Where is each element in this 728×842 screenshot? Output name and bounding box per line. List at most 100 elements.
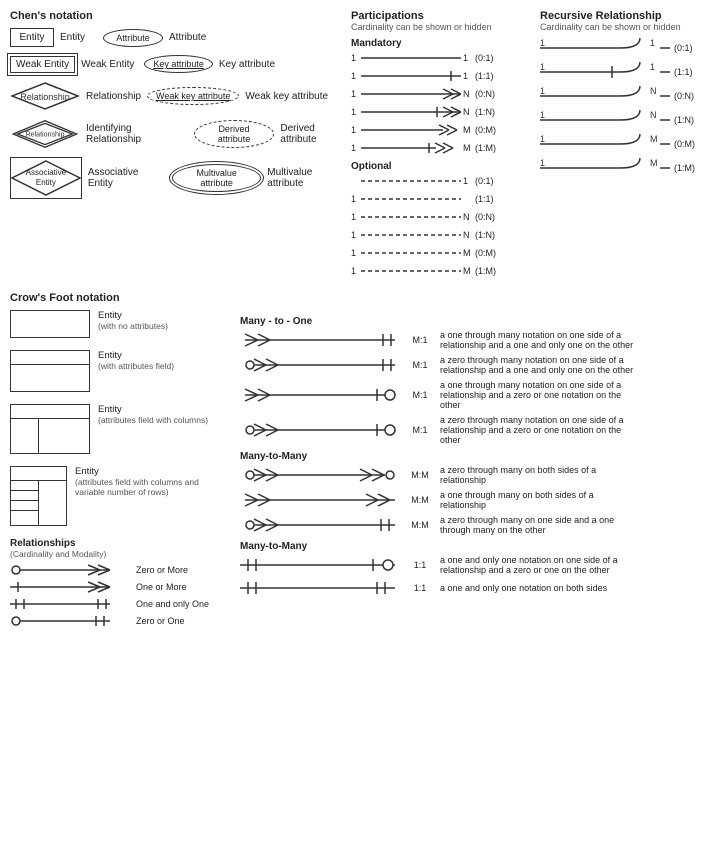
- mm-desc2: a one through many on both sides of a re…: [440, 490, 640, 510]
- opt-line-0N: [361, 210, 461, 224]
- svg-text:1: 1: [540, 38, 545, 48]
- attribute-label: Attribute: [169, 32, 206, 43]
- part-line-11: [361, 69, 461, 83]
- m1-notation4: M:1: [406, 425, 434, 435]
- opt-line-1N: [361, 228, 461, 242]
- cf-entity-simple-sublabel: (with no attributes): [98, 321, 168, 331]
- svg-text:N: N: [650, 110, 657, 120]
- many-to-many-title: Many-to-Many: [240, 451, 718, 462]
- cf-entity-cols-label: Entity: [98, 404, 208, 415]
- chen-title: Chen's notation: [10, 10, 351, 22]
- weak-key-attr-label: Weak key attribute: [245, 91, 328, 102]
- svg-text:M: M: [650, 158, 658, 168]
- m1-notation3: M:1: [406, 390, 434, 400]
- svg-text:1: 1: [540, 62, 545, 72]
- rec-line-1M: 1 M: [540, 158, 670, 178]
- m1-line3: [240, 387, 400, 403]
- crows-title: Crow's Foot notation: [10, 292, 718, 304]
- cf-entity-varrows-sublabel: (attributes field with columns and varia…: [75, 477, 230, 497]
- cf-entity-simple-label: Entity: [98, 310, 168, 321]
- 11-notation1: 1:1: [406, 560, 434, 570]
- identifying-rel-shape: Relationship: [10, 119, 80, 149]
- svg-text:M: M: [650, 134, 658, 144]
- m1-row3: M:1 a one through many notation on one s…: [240, 380, 718, 410]
- many-to-one-title: Many - to - One: [240, 316, 718, 327]
- svg-text:N: N: [650, 86, 657, 96]
- cf-one-or-more-icon: [10, 580, 130, 594]
- part-row-0M: 1 M (0:M): [351, 123, 536, 137]
- cf-zero-or-more-label: Zero or More: [136, 565, 188, 575]
- part-line-1M: [361, 141, 461, 155]
- cf-one-only-label: One and only One: [136, 599, 209, 609]
- opt-row-01: 1 (0:1): [351, 174, 536, 188]
- rec-line-01: 1 1: [540, 38, 670, 58]
- part-line-0M: [361, 123, 461, 137]
- cf-entity-varrows-label: Entity: [75, 466, 230, 477]
- part-line-01: [361, 51, 461, 65]
- m1-row2: M:1 a zero through many notation on one …: [240, 355, 718, 375]
- opt-line-01: [361, 174, 461, 188]
- opt-row-1N: 1 N (1:N): [351, 228, 536, 242]
- cf-zero-or-one-label: Zero or One: [136, 616, 185, 626]
- weak-key-attr-shape: Weak key attribute: [147, 87, 239, 105]
- 11-desc1: a one and only one notation on one side …: [440, 555, 640, 575]
- m1-row1: M:1 a one through many notation on one s…: [240, 330, 718, 350]
- weak-entity-shape: Weak Entity: [10, 56, 75, 73]
- rec-row-0M: 1 M (0:M): [540, 134, 718, 154]
- cf-entity-attr: [10, 350, 90, 392]
- part-line-1N: [361, 105, 461, 119]
- rec-row-1M: 1 M (1:M): [540, 158, 718, 178]
- m1-desc1: a one through many notation on one side …: [440, 330, 640, 350]
- m1-row4: M:1 a zero through many notation on one …: [240, 415, 718, 445]
- cf-rel-subtitle: (Cardinality and Modality): [10, 549, 230, 559]
- part-row-1N: 1 N (1:N): [351, 105, 536, 119]
- cf-zero-or-more-icon: [10, 563, 130, 577]
- cf-entity-varrows: [10, 466, 67, 526]
- opt-line-1M: [361, 264, 461, 278]
- m1-desc3: a one through many notation on one side …: [440, 380, 640, 410]
- crows-entities: Entity (with no attributes) Entity (with…: [10, 310, 230, 631]
- cf-one-only-row: One and only One: [10, 597, 230, 611]
- svg-text:1: 1: [540, 86, 545, 96]
- derived-attr-shape: Derived attribute: [194, 120, 275, 148]
- cf-one-or-more-label: One or More: [136, 582, 187, 592]
- opt-line-0M: [361, 246, 461, 260]
- part-line-0N: [361, 87, 461, 101]
- m1-line2: [240, 357, 400, 373]
- m1-notation2: M:1: [406, 360, 434, 370]
- rec-line-0N: 1 N: [540, 86, 670, 106]
- entity-shape: Entity: [10, 28, 54, 47]
- many-to-many-2-title: Many-to-Many: [240, 541, 718, 552]
- rec-row-0N: 1 N (0:N): [540, 86, 718, 106]
- opt-line-11: [361, 192, 461, 206]
- mm-notation2: M:M: [406, 495, 434, 505]
- opt-row-0M: 1 M (0:M): [351, 246, 536, 260]
- part-row-0N: 1 N (0:N): [351, 87, 536, 101]
- 11-line2: [240, 580, 400, 596]
- recursive-section: Recursive Relationship Cardinality can b…: [540, 10, 718, 282]
- cf-zero-or-one-icon: [10, 614, 130, 628]
- associative-entity-shape: AssociativeEntity: [10, 157, 82, 199]
- part-row-11: 1 1 (1:1): [351, 69, 536, 83]
- svg-text:1: 1: [650, 62, 655, 72]
- opt-row-0N: 1 N (0:N): [351, 210, 536, 224]
- svg-text:Relationship: Relationship: [20, 92, 70, 102]
- rec-line-0M: 1 M: [540, 134, 670, 154]
- opt-row-11: 1 (1:1): [351, 192, 536, 206]
- mm-line3: [240, 517, 400, 533]
- participations-subtitle: Cardinality can be shown or hidden: [351, 22, 536, 32]
- m1-desc4: a zero through many notation on one side…: [440, 415, 640, 445]
- mm-row2: M:M a one through many on both sides of …: [240, 490, 718, 510]
- 11-row1: 1:1 a one and only one notation on one s…: [240, 555, 718, 575]
- cf-relationships-section: Relationships (Cardinality and Modality)…: [10, 538, 230, 628]
- cf-one-only-icon: [10, 597, 130, 611]
- part-row-01: 1 1 (0:1): [351, 51, 536, 65]
- mm-row1: M:M a zero through many on both sides of…: [240, 465, 718, 485]
- 11-line1: [240, 557, 400, 573]
- rec-line-11: 1 1: [540, 62, 670, 82]
- opt-row-1M: 1 M (1:M): [351, 264, 536, 278]
- mm-notation1: M:M: [406, 470, 434, 480]
- recursive-title: Recursive Relationship: [540, 10, 718, 22]
- cf-entity-attr-sublabel: (with attributes field): [98, 361, 174, 371]
- derived-attr-label: Derived attribute: [280, 123, 351, 145]
